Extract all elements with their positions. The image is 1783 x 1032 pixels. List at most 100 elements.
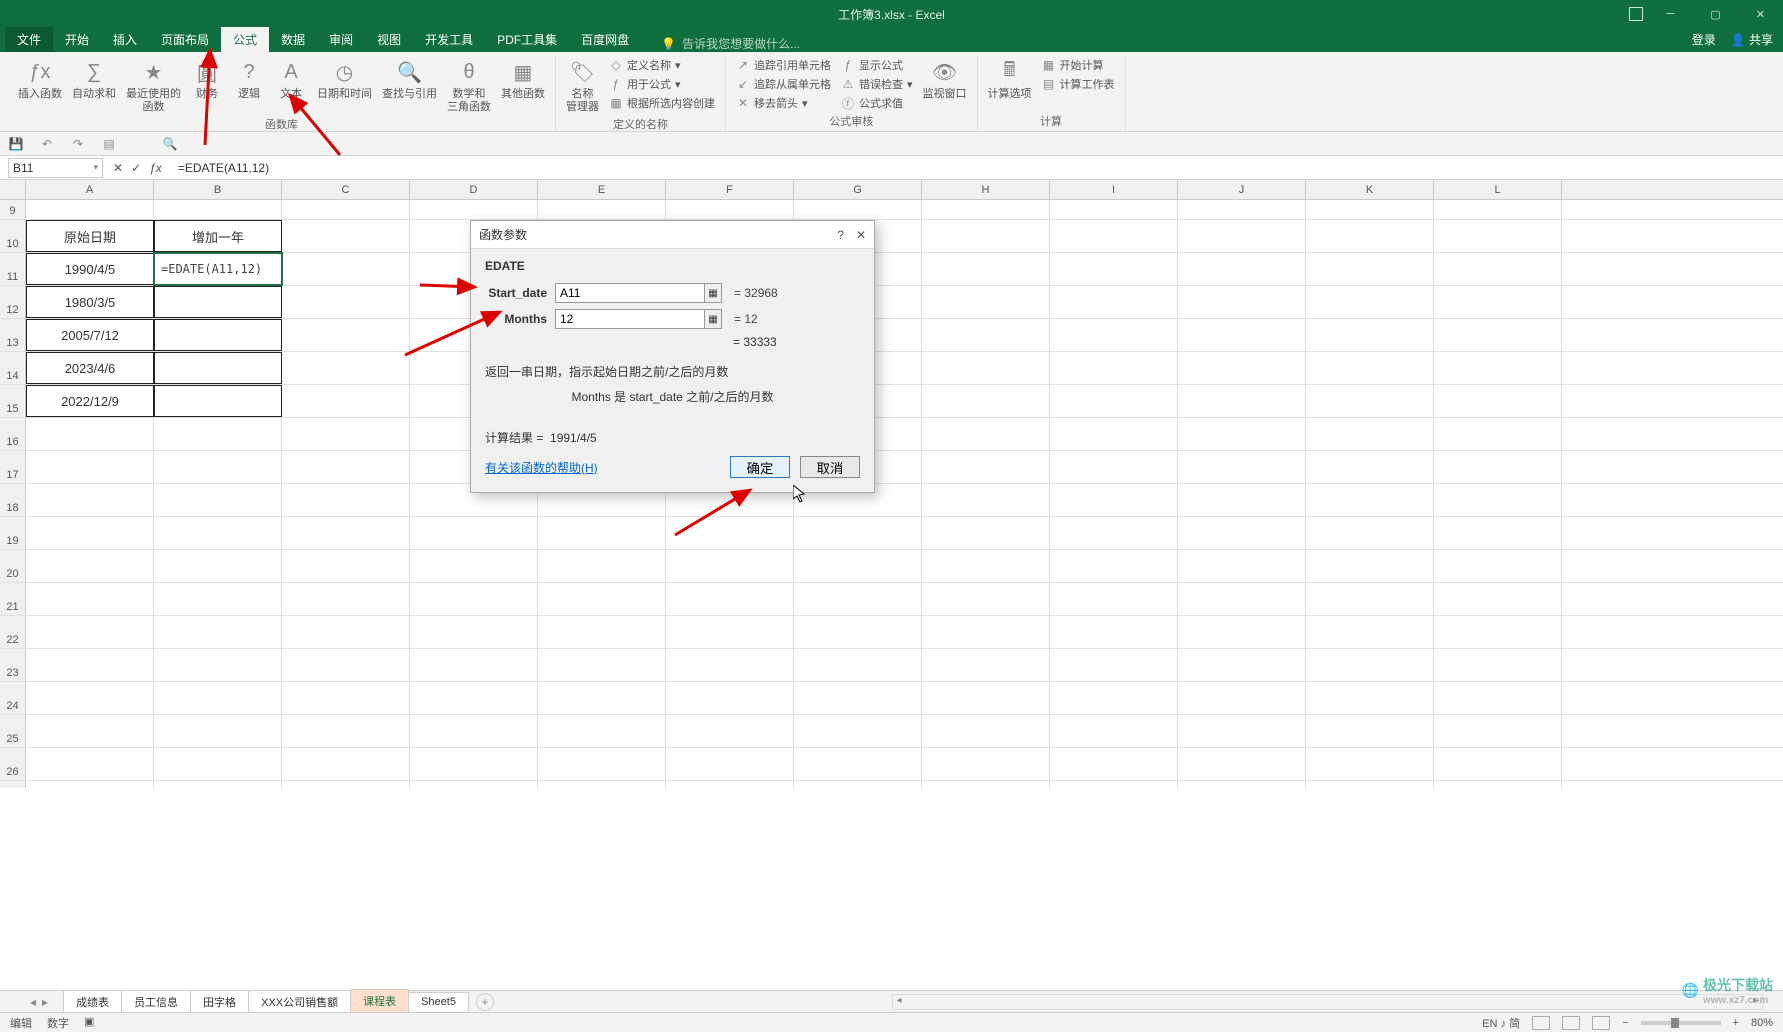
tab-view[interactable]: 视图 [365,27,413,52]
cell[interactable] [1050,352,1178,384]
cancel-entry-icon[interactable]: ✕ [113,161,123,175]
minimize-button[interactable] [1648,0,1693,28]
column-header[interactable]: A [26,180,154,199]
tell-me[interactable]: 💡告诉我您想要做什么... [661,35,800,52]
row-header[interactable]: 25 [0,715,26,747]
recent-functions-button[interactable]: ★最近使用的 函数 [122,56,185,116]
cell[interactable] [1434,385,1562,417]
row-header[interactable]: 21 [0,583,26,615]
cell[interactable] [26,583,154,615]
cell[interactable] [410,748,538,780]
trace-dependents-button[interactable]: ↙追踪从属单元格 [732,75,835,93]
tab-devtools[interactable]: 开发工具 [413,27,485,52]
cell[interactable] [1434,319,1562,351]
tab-home[interactable]: 开始 [53,27,101,52]
macro-record-icon[interactable]: ▣ [84,1015,94,1031]
cell[interactable] [922,385,1050,417]
cell[interactable]: 2005/7/12 [26,319,154,351]
cell[interactable] [1178,484,1306,516]
cell[interactable] [1050,319,1178,351]
cell[interactable] [26,200,154,219]
cell[interactable] [282,781,410,788]
cell[interactable] [410,649,538,681]
close-icon[interactable]: ✕ [856,228,866,242]
cell[interactable] [410,517,538,549]
cell[interactable] [794,583,922,615]
ok-button[interactable]: 确定 [730,456,790,478]
cell[interactable] [1306,715,1434,747]
cell[interactable] [1434,682,1562,714]
define-name-button[interactable]: ◇定义名称 ▾ [605,56,719,74]
cell[interactable] [538,781,666,788]
cell[interactable] [282,220,410,252]
fx-icon[interactable]: ƒx [149,161,162,175]
row-header[interactable]: 15 [0,385,26,417]
cell[interactable] [1178,286,1306,318]
normal-view-button[interactable] [1532,1016,1550,1030]
cell[interactable] [26,715,154,747]
cell[interactable] [922,748,1050,780]
column-header[interactable]: L [1434,180,1562,199]
cell[interactable] [538,682,666,714]
cell[interactable] [922,220,1050,252]
cell[interactable] [154,418,282,450]
cell[interactable] [922,200,1050,219]
cell[interactable] [538,748,666,780]
watch-window-button[interactable]: 👁监视窗口 [919,56,971,103]
cell[interactable] [1434,220,1562,252]
cell[interactable]: 增加一年 [154,220,282,252]
use-in-formula-button[interactable]: ƒ用于公式 ▾ [605,75,719,93]
range-selector-icon[interactable]: ▦ [704,283,722,303]
sheet-tab[interactable]: 课程表 [350,989,409,1014]
cell[interactable] [410,616,538,648]
cell[interactable] [1434,253,1562,285]
cell[interactable] [410,583,538,615]
close-button[interactable] [1738,0,1783,28]
cell[interactable] [538,583,666,615]
cell[interactable] [1178,220,1306,252]
row-header[interactable]: 11 [0,253,26,285]
cell[interactable] [154,451,282,483]
column-header[interactable]: D [410,180,538,199]
cell[interactable] [282,200,410,219]
cell[interactable] [1434,616,1562,648]
cell[interactable] [794,517,922,549]
cell[interactable] [282,451,410,483]
cell[interactable] [1434,484,1562,516]
cell[interactable] [922,550,1050,582]
cell[interactable] [794,616,922,648]
page-layout-view-button[interactable] [1562,1016,1580,1030]
cell[interactable] [1306,682,1434,714]
cell[interactable] [1178,385,1306,417]
spreadsheet-grid[interactable]: A B C D E F G H I J K L 910原始日期增加一年11199… [0,180,1783,788]
cell[interactable] [410,550,538,582]
cell[interactable] [1434,352,1562,384]
cell[interactable] [282,550,410,582]
cell[interactable] [282,616,410,648]
row-header[interactable]: 19 [0,517,26,549]
cell[interactable] [666,616,794,648]
select-all-corner[interactable] [0,180,26,199]
cell[interactable] [1050,583,1178,615]
tab-baidu[interactable]: 百度网盘 [569,27,641,52]
share-button[interactable]: 👤 共享 [1731,31,1773,48]
add-sheet-button[interactable]: + [476,993,494,1011]
confirm-entry-icon[interactable]: ✓ [131,161,141,175]
cell[interactable] [666,748,794,780]
tab-insert[interactable]: 插入 [101,27,149,52]
column-header[interactable]: K [1306,180,1434,199]
row-header[interactable]: 12 [0,286,26,318]
cell[interactable] [282,715,410,747]
cell[interactable] [282,748,410,780]
horizontal-scrollbar[interactable] [892,994,1764,1010]
range-selector-icon[interactable]: ▦ [704,309,722,329]
cell[interactable] [1050,200,1178,219]
trace-precedents-button[interactable]: ↗追踪引用单元格 [732,56,835,74]
cell[interactable] [1434,451,1562,483]
cell[interactable] [1434,418,1562,450]
cell[interactable] [282,385,410,417]
tab-formulas[interactable]: 公式 [221,27,269,52]
cell[interactable] [922,418,1050,450]
cell[interactable] [1434,286,1562,318]
cancel-button[interactable]: 取消 [800,456,860,478]
